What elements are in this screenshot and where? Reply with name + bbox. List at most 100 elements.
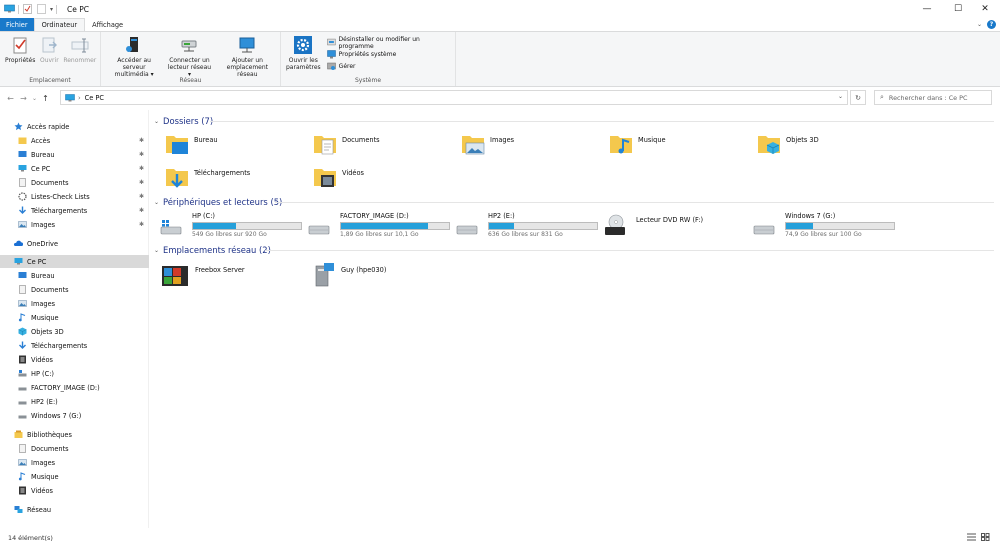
nav-network[interactable]: Réseau xyxy=(0,503,149,516)
media-server-button[interactable]: Accéder au serveur multimédia ▾ xyxy=(104,35,164,78)
group-header-drives[interactable]: ⌄ Périphériques et lecteurs (5) xyxy=(154,197,282,207)
recent-locations-icon[interactable]: ⌄ xyxy=(30,92,39,105)
close-button[interactable]: ✕ xyxy=(970,0,1000,18)
3d-objects-folder-icon xyxy=(758,136,780,154)
pin-icon[interactable]: ✱ xyxy=(139,137,144,144)
search-box[interactable]: ⌕ Rechercher dans : Ce PC xyxy=(874,90,992,105)
tab-fichier[interactable]: Fichier xyxy=(0,18,34,31)
folder-label: Images xyxy=(490,136,515,144)
nav-this-pc[interactable]: Ce PC xyxy=(0,255,149,268)
nav-pc-item[interactable]: Téléchargements xyxy=(0,339,149,352)
maximize-button[interactable]: ☐ xyxy=(943,0,973,18)
rename-button[interactable]: Renommer xyxy=(61,35,98,64)
properties-button[interactable]: Propriétés xyxy=(3,35,37,64)
nav-quick-item[interactable]: Téléchargements ✱ xyxy=(0,204,149,217)
media-server-label: Accéder au serveur multimédia ▾ xyxy=(106,57,162,78)
nav-quick-item[interactable]: Images ✱ xyxy=(0,218,149,231)
music-note-icon xyxy=(18,472,26,481)
breadcrumb-ce-pc[interactable]: Ce PC xyxy=(85,94,104,102)
folder-tile[interactable]: Documents xyxy=(313,132,380,156)
pin-icon[interactable]: ✱ xyxy=(139,221,144,228)
navigation-bar: ← → ⌄ ↑ › Ce PC ⌄ ↻ ⌕ Rechercher dans : … xyxy=(0,88,1000,108)
nav-pc-item[interactable]: HP2 (E:) xyxy=(0,395,149,408)
system-properties-button[interactable]: Propriétés système xyxy=(326,49,455,60)
drive-tile[interactable]: HP (C:) 549 Go libres sur 920 Go xyxy=(160,210,310,240)
nav-quick-item[interactable]: Accès ✱ xyxy=(0,134,149,147)
address-bar[interactable]: › Ce PC ⌄ xyxy=(60,90,848,105)
drive-free-space: 549 Go libres sur 920 Go xyxy=(192,231,267,238)
address-dropdown-icon[interactable]: ⌄ xyxy=(838,93,843,100)
nav-label: Objets 3D xyxy=(31,327,64,336)
drive-tile[interactable]: FACTORY_IMAGE (D:) 1,89 Go libres sur 10… xyxy=(308,210,458,240)
nav-lib-item[interactable]: Musique xyxy=(0,470,149,483)
nav-quick-item[interactable]: Listes-Check Lists ✱ xyxy=(0,190,149,203)
nav-lib-item[interactable]: Documents xyxy=(0,442,149,455)
nav-lib-item[interactable]: Vidéos xyxy=(0,484,149,497)
help-icon[interactable]: ? xyxy=(987,20,996,29)
drive-tile[interactable]: Lecteur DVD RW (F:) xyxy=(604,210,754,240)
nav-pc-item[interactable]: Windows 7 (G:) xyxy=(0,409,149,422)
nav-pc-item[interactable]: Objets 3D xyxy=(0,325,149,338)
network-location-tile[interactable]: Guy (hpe030) xyxy=(310,262,386,288)
drive-tile[interactable]: Windows 7 (G:) 74,9 Go libres sur 100 Go xyxy=(753,210,903,240)
folder-tile[interactable]: Objets 3D xyxy=(757,132,819,156)
nav-pc-item[interactable]: Musique xyxy=(0,311,149,324)
properties-check-icon[interactable] xyxy=(22,4,33,14)
details-view-icon[interactable] xyxy=(967,533,976,541)
folder-tile[interactable]: Vidéos xyxy=(313,165,364,189)
collapse-ribbon-icon[interactable]: ⌄ xyxy=(977,21,982,28)
pin-icon[interactable]: ✱ xyxy=(139,165,144,172)
nav-pc-item[interactable]: HP (C:) xyxy=(0,367,149,380)
forward-arrow-icon[interactable]: → xyxy=(17,92,30,105)
this-pc-icon xyxy=(14,258,23,265)
collapse-caret-icon[interactable]: ⌄ xyxy=(154,118,159,125)
pin-icon[interactable]: ✱ xyxy=(139,151,144,158)
qat-customize-icon[interactable]: ▾ xyxy=(50,6,53,13)
tab-affichage[interactable]: Affichage xyxy=(85,18,130,31)
nav-quick-item[interactable]: Bureau ✱ xyxy=(0,148,149,161)
nav-quick-item[interactable]: Ce PC ✱ xyxy=(0,162,149,175)
drive-icon xyxy=(18,401,27,405)
nav-quick-access[interactable]: Accès rapide xyxy=(0,120,149,133)
pin-icon[interactable]: ✱ xyxy=(139,193,144,200)
nav-lib-item[interactable]: Images xyxy=(0,456,149,469)
add-network-location-button[interactable]: Ajouter un emplacement réseau xyxy=(215,35,280,78)
nav-libraries[interactable]: Bibliothèques xyxy=(0,428,149,441)
tab-ordinateur[interactable]: Ordinateur xyxy=(33,18,86,31)
map-drive-line1: Connecter un xyxy=(169,57,210,64)
tiles-view-icon[interactable] xyxy=(981,533,990,541)
nav-quick-item[interactable]: Documents ✱ xyxy=(0,176,149,189)
music-folder-icon xyxy=(610,136,632,154)
nav-onedrive[interactable]: OneDrive xyxy=(0,237,149,250)
open-settings-button[interactable]: Ouvrir les paramètres xyxy=(284,35,323,71)
open-button[interactable]: Ouvrir xyxy=(37,35,61,64)
map-network-drive-button[interactable]: Connecter un lecteur réseau ▾ xyxy=(164,35,214,78)
drive-tile[interactable]: HP2 (E:) 636 Go libres sur 831 Go xyxy=(456,210,606,240)
minimize-button[interactable]: — xyxy=(912,0,942,18)
folder-tile[interactable]: Bureau xyxy=(165,132,218,156)
network-location-tile[interactable]: Freebox Server xyxy=(160,262,245,288)
pin-icon[interactable]: ✱ xyxy=(139,179,144,186)
folder-tile[interactable]: Musique xyxy=(609,132,666,156)
nav-pc-item[interactable]: Bureau xyxy=(0,269,149,282)
manage-button[interactable]: Gérer xyxy=(326,61,455,72)
nav-pc-item[interactable]: Vidéos xyxy=(0,353,149,366)
nav-pc-item[interactable]: Documents xyxy=(0,283,149,296)
nav-pc-item[interactable]: FACTORY_IMAGE (D:) xyxy=(0,381,149,394)
collapse-caret-icon[interactable]: ⌄ xyxy=(154,199,159,206)
back-arrow-icon[interactable]: ← xyxy=(4,92,17,105)
nav-label: Accès xyxy=(31,136,51,145)
up-arrow-icon[interactable]: ↑ xyxy=(39,92,52,105)
folder-tile[interactable]: Téléchargements xyxy=(165,165,250,189)
collapse-caret-icon[interactable]: ⌄ xyxy=(154,247,159,254)
pin-icon[interactable]: ✱ xyxy=(139,207,144,214)
folder-tile[interactable]: Images xyxy=(461,132,514,156)
group-header-folders[interactable]: ⌄ Dossiers (7) xyxy=(154,116,213,126)
uninstall-program-button[interactable]: Désinstaller ou modifier un programme xyxy=(326,36,455,50)
group-header-network[interactable]: ⌄ Emplacements réseau (2) xyxy=(154,245,271,255)
new-folder-icon[interactable] xyxy=(36,4,47,14)
refresh-icon[interactable]: ↻ xyxy=(850,90,866,105)
nav-pc-item[interactable]: Images xyxy=(0,297,149,310)
windows-drive-icon xyxy=(160,220,182,235)
ribbon-group-systeme: Ouvrir les paramètres Désinstaller ou mod… xyxy=(281,32,456,86)
